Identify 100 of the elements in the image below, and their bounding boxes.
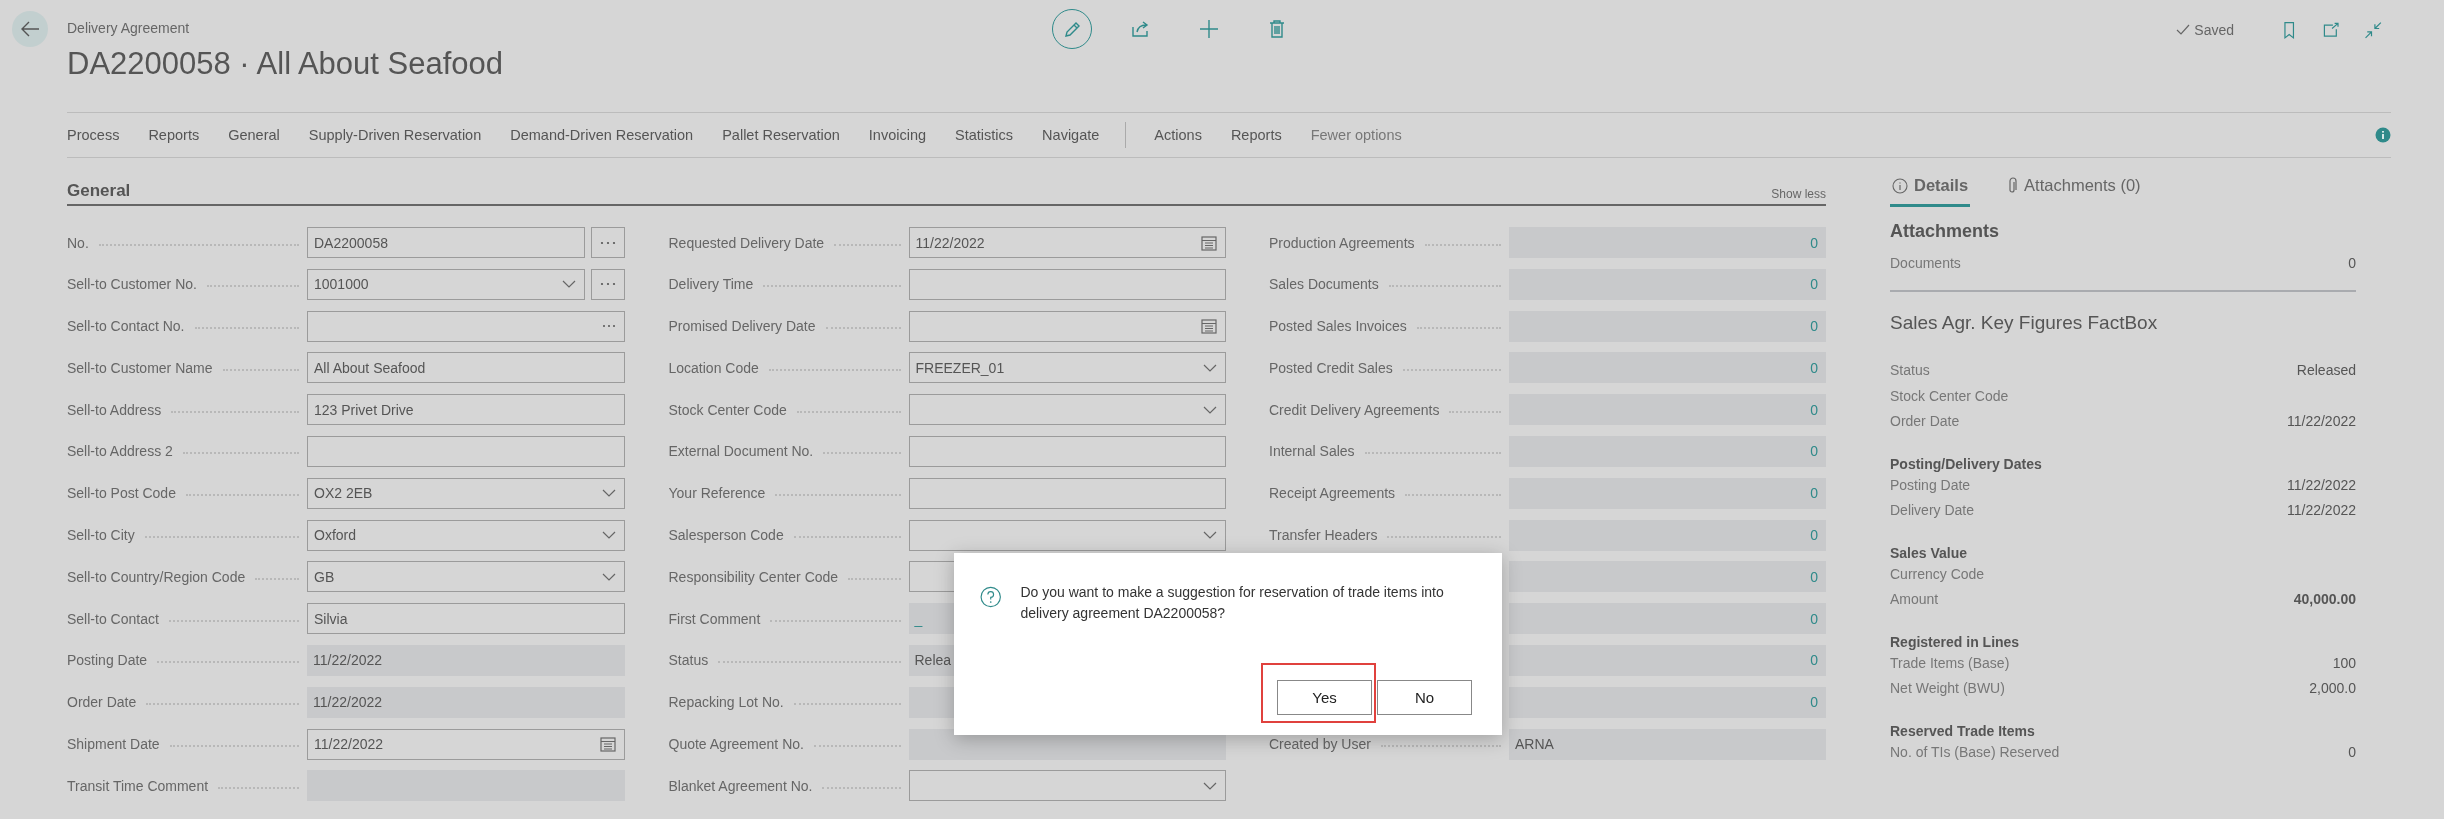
factbox-tab[interactable]: Attachments (0) [2004,170,2143,207]
plus-icon [1197,17,1221,41]
chevron-down-icon [562,280,576,289]
group-heading: Reserved Trade Items [1890,723,2036,739]
input-field[interactable] [908,770,1226,802]
value-link[interactable]: 0 [2348,743,2356,760]
factbox-value: 11/22/2022 [2286,413,2356,430]
input-field[interactable] [908,436,1226,467]
factbox-label: Documents [1890,254,1961,271]
input-field[interactable]: GB [307,561,625,593]
input-field[interactable]: 123 Privet Drive [307,394,625,426]
collapse-icon [2363,20,2383,40]
input-field[interactable]: All About Seafood [307,352,625,384]
input-field[interactable] [307,310,625,342]
input-field[interactable] [908,268,1226,300]
value-link[interactable]: 100 [2332,654,2356,671]
field-label: Sell-to Address [67,401,162,418]
menu-item[interactable]: Process [67,127,120,143]
assist-button[interactable] [591,227,625,258]
factbox-label: No. of TIs (Base) Reserved [1890,743,2060,760]
calendar-icon [600,736,616,753]
menu-item[interactable]: Invoicing [868,127,927,143]
field-label: Delivery Time [668,276,754,293]
input-field[interactable] [908,394,1226,426]
field-label: Receipt Agreements [1269,485,1396,502]
input-field[interactable]: Oxford [307,519,625,551]
info-icon[interactable] [2375,127,2391,143]
input-field[interactable]: 1001000 [307,268,585,300]
factbox-value: 11/22/2022 [2286,476,2356,493]
factbox-tab[interactable]: Details [1890,170,1971,207]
menu-item[interactable]: Reports [148,127,200,143]
input-field[interactable] [908,477,1226,509]
field-label: Sell-to Country/Region Code [67,568,246,585]
field-label: Shipment Date [67,736,160,753]
field-label: Blanket Agreement No. [668,777,813,794]
field-label: Requested Delivery Date [668,234,825,251]
field-label: Sell-to Customer No. [67,276,197,293]
group-heading: Posting/Delivery Dates [1890,456,2043,472]
menu-item[interactable]: Statistics [955,127,1014,143]
page-caption: Delivery Agreement [67,20,191,36]
value-link[interactable]: 0 [2348,254,2356,271]
field-label: Salesperson Code [668,527,784,544]
menu-item[interactable]: Demand-Driven Reservation [510,127,694,143]
input-field: 11/22/2022 [307,644,625,676]
factbox-value: Released [2296,362,2356,379]
menu-item[interactable]: Pallet Reservation [722,127,840,143]
field-label: Internal Sales [1269,443,1355,460]
field-label: Posted Sales Invoices [1269,318,1407,335]
input-field[interactable]: OX2 2EB [307,477,625,509]
show-less-link[interactable]: Show less [1771,187,1826,201]
field-label: External Document No. [668,443,814,460]
group-heading: Registered in Lines [1890,634,2021,650]
field-label: Repacking Lot No. [668,694,784,711]
factbox-label: Posting Date [1890,476,1971,493]
field-label: Quote Agreement No. [668,736,804,753]
field-label: Sell-to City [67,527,135,544]
menu-item[interactable]: Navigate [1042,127,1100,143]
factbox-label: Status [1890,362,1930,379]
input-field[interactable] [307,436,625,467]
input-field[interactable]: DA2200058 [307,227,585,258]
saved-status: Saved [2194,22,2234,38]
input-field: ARNA [1509,728,1826,760]
menu-item[interactable]: Actions [1154,127,1202,143]
chevron-down-icon [1202,405,1217,414]
dialog-button[interactable]: No [1377,680,1472,715]
menu-item[interactable]: Reports [1230,127,1282,143]
field-label: Transit Time Comment [67,777,209,794]
input-field[interactable]: 11/22/2022 [307,728,625,760]
field-label: Responsibility Center Code [668,568,839,585]
field-label: Production Agreements [1269,234,1415,251]
input-field[interactable] [908,519,1226,551]
field-label: Sell-to Post Code [67,485,176,502]
menu-item[interactable]: Supply-Driven Reservation [308,127,482,143]
value-link[interactable]: 2,000.0 [2309,680,2356,697]
field-label: Sell-to Contact No. [67,318,185,335]
dialog-message: Do you want to make a suggestion for reservation of trade items into delivery agreement DA2200058? [1020,583,1445,623]
dialog-button[interactable]: Yes [1277,680,1372,715]
input-field[interactable] [908,310,1226,342]
popout-icon [2321,20,2341,40]
factbox-title: Sales Agr. Key Figures FactBox [1890,311,2159,334]
factbox-label: Amount [1890,591,1939,608]
field-label: Transfer Headers [1269,527,1378,544]
menu-item[interactable]: General [228,127,280,143]
factbox-value: 11/22/2022 [2286,502,2356,519]
input-field[interactable]: Silvia [307,603,625,635]
factbox-label: Currency Code [1890,565,1985,582]
toggle-link[interactable]: Fewer options [1310,127,1402,143]
field-label: Posted Credit Sales [1269,359,1393,376]
group-heading: Sales Value [1890,545,1969,561]
field-label: Sell-to Address 2 [67,443,173,460]
factbox-label: Stock Center Code [1890,387,2009,404]
field-label: No. [67,234,89,251]
input-field[interactable]: FREEZER_01 [908,352,1226,384]
chevron-down-icon [1202,363,1217,372]
assist-button[interactable] [591,268,625,300]
value-link[interactable]: 40,000.00 [2293,591,2356,608]
back-button[interactable] [12,11,48,47]
chevron-down-icon [1202,531,1217,540]
input-field[interactable]: 11/22/2022 [908,227,1226,258]
factbox-label: Delivery Date [1890,502,1975,519]
